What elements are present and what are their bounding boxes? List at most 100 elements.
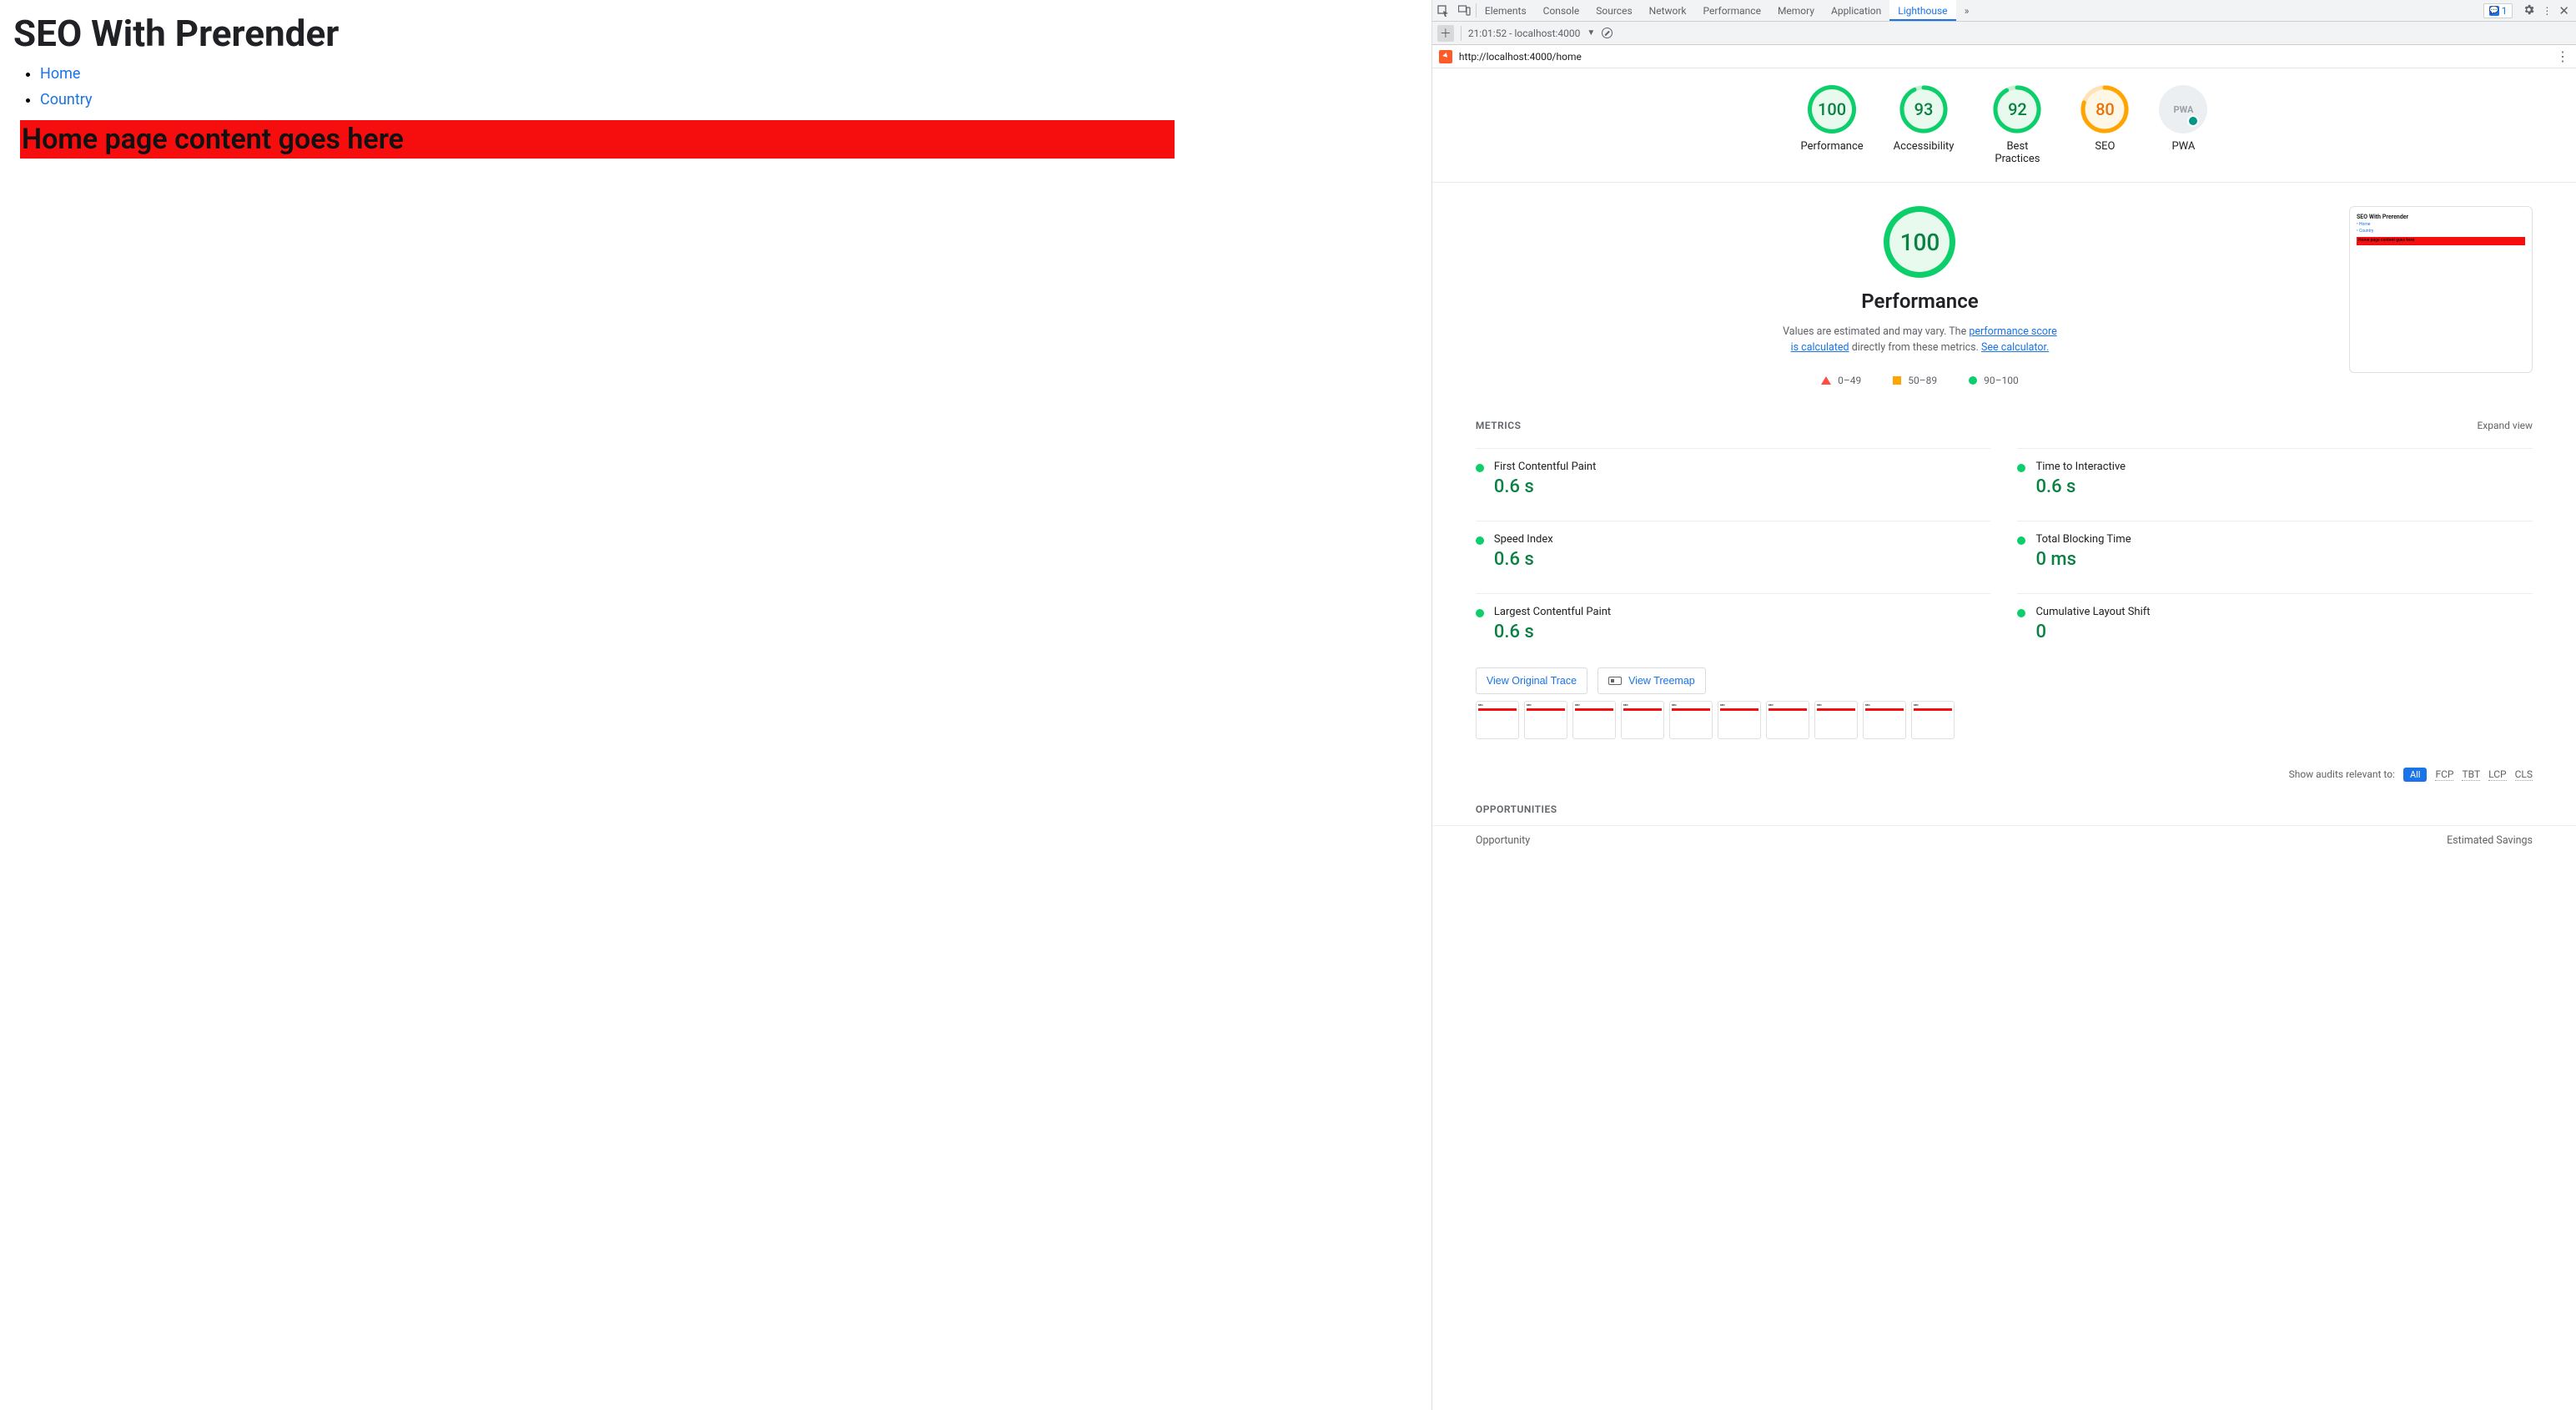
metric-value: 0.6 s <box>2035 476 2126 497</box>
devtools-tabs: Elements Console Sources Network Perform… <box>1477 0 2478 21</box>
filter-lcp[interactable]: LCP <box>2488 768 2506 781</box>
filmstrip-frame[interactable]: SEO <box>1863 701 1906 739</box>
issues-count: 1 <box>2502 5 2508 17</box>
filmstrip-frame[interactable]: SEO <box>1669 701 1713 739</box>
content-banner: Home page content goes here <box>20 120 1175 159</box>
tab-lighthouse[interactable]: Lighthouse <box>1889 0 1955 21</box>
metric-status-icon <box>2017 536 2025 545</box>
metric-value: 0 ms <box>2035 549 2131 570</box>
nav-item-home: Home <box>40 65 1420 83</box>
metric-status-icon <box>2017 464 2025 472</box>
filmstrip-frame[interactable]: SEO <box>1911 701 1955 739</box>
nav-link-home[interactable]: Home <box>40 65 80 83</box>
view-treemap-button[interactable]: View Treemap <box>1597 667 1706 694</box>
content-heading: Home page content goes here <box>22 123 1173 156</box>
report-url-bar: http://localhost:4000/home ⋮ <box>1432 45 2576 68</box>
filters-label: Show audits relevant to: <box>2289 768 2395 780</box>
mini-title: SEO With Prerender <box>2357 214 2525 220</box>
filmstrip-frame[interactable]: SEO <box>1476 701 1519 739</box>
tab-network[interactable]: Network <box>1641 0 1695 21</box>
legend-high-icon <box>1969 376 1977 385</box>
perf-calculator-link[interactable]: See calculator. <box>1981 341 2049 354</box>
metric-tti[interactable]: Time to Interactive 0.6 s <box>2017 448 2533 497</box>
lighthouse-toolbar: ＋ 21:01:52 - localhost:4000 ▼ <box>1432 22 2576 45</box>
nav-link-country[interactable]: Country <box>40 91 93 108</box>
metric-cls[interactable]: Cumulative Layout Shift 0 <box>2017 593 2533 642</box>
gauge-best-practices[interactable]: 92 Best Practices <box>1984 85 2050 165</box>
performance-big-score: 100 <box>1884 206 1955 278</box>
gauge-pwa[interactable]: PWA PWA <box>2159 85 2207 165</box>
score-legend: 0–49 50–89 90–100 <box>1821 375 2019 386</box>
metric-value: 0.6 s <box>1494 549 1553 570</box>
lighthouse-report[interactable]: 100 Performance 93 Accessibility 92 Best… <box>1432 68 2576 1410</box>
clear-icon[interactable] <box>1602 28 1613 38</box>
metric-fcp[interactable]: First Contentful Paint0.6 s <box>1476 448 1991 497</box>
gauge-accessibility[interactable]: 93 Accessibility <box>1894 85 1955 165</box>
metric-name: Largest Contentful Paint <box>1494 606 1611 618</box>
audit-filters: Show audits relevant to: All FCP TBT LCP… <box>1432 739 2576 782</box>
filter-cls[interactable]: CLS <box>2515 768 2533 781</box>
tab-elements[interactable]: Elements <box>1477 0 1535 21</box>
metric-value: 0 <box>2035 622 2150 642</box>
gauge-best-practices-label: Best Practices <box>1984 140 2050 165</box>
opportunities-col-savings: Estimated Savings <box>2447 834 2533 847</box>
report-timestamp[interactable]: 21:01:52 - localhost:4000 <box>1468 28 1581 39</box>
gauge-accessibility-label: Accessibility <box>1894 140 1955 153</box>
opportunities-columns: Opportunity Estimated Savings <box>1432 825 2576 847</box>
filmstrip-frame[interactable]: SEO <box>1718 701 1761 739</box>
device-toggle-icon[interactable] <box>1454 0 1476 21</box>
report-url: http://localhost:4000/home <box>1459 51 1582 63</box>
mini-bar: Home page content goes here <box>2357 237 2525 245</box>
gauge-seo-label: SEO <box>2095 140 2115 153</box>
expand-view-button[interactable]: Expand view <box>2477 420 2533 431</box>
filter-fcp[interactable]: FCP <box>2435 768 2453 781</box>
more-tabs-icon[interactable]: » <box>1956 0 1978 21</box>
opportunities-header: OPPORTUNITIES <box>1432 782 2576 822</box>
tab-application[interactable]: Application <box>1823 0 1889 21</box>
metric-name: Cumulative Layout Shift <box>2035 606 2150 618</box>
tab-performance[interactable]: Performance <box>1695 0 1769 21</box>
lighthouse-badge-icon <box>1439 50 1452 63</box>
tab-sources[interactable]: Sources <box>1587 0 1640 21</box>
gauge-pwa-label: PWA <box>2171 140 2195 153</box>
issues-chip[interactable]: 💬 1 <box>2483 3 2513 18</box>
report-dropdown-icon[interactable]: ▼ <box>1587 28 1595 38</box>
metric-status-icon <box>1476 464 1484 472</box>
filmstrip-frame[interactable]: SEO <box>1572 701 1616 739</box>
gauge-performance-label: Performance <box>1800 140 1863 153</box>
perf-desc-text-2: directly from these metrics. <box>1849 341 1981 354</box>
trace-buttons: View Original Trace View Treemap <box>1432 642 2576 694</box>
inspect-element-icon[interactable] <box>1432 0 1454 21</box>
treemap-icon <box>1608 677 1622 685</box>
metric-status-icon <box>1476 536 1484 545</box>
settings-icon[interactable] <box>2523 3 2535 18</box>
tab-console[interactable]: Console <box>1535 0 1588 21</box>
filmstrip-frame[interactable]: SEO <box>1524 701 1567 739</box>
view-trace-button[interactable]: View Original Trace <box>1476 667 1587 694</box>
metric-tbt[interactable]: Total Blocking Time0 ms <box>2017 521 2533 570</box>
metrics-header: METRICS Expand view <box>1432 386 2576 441</box>
metric-value: 0.6 s <box>1494 622 1611 642</box>
metric-name: Time to Interactive <box>2035 461 2126 473</box>
devtools-panel: Elements Console Sources Network Perform… <box>1432 0 2576 1410</box>
metric-si[interactable]: Speed Index0.6 s <box>1476 521 1991 570</box>
new-report-button[interactable]: ＋ <box>1437 25 1454 42</box>
filmstrip-frame[interactable]: SEO <box>1766 701 1809 739</box>
kebab-icon[interactable]: ⋮ <box>2542 5 2552 17</box>
metrics-title: METRICS <box>1476 420 1522 431</box>
legend-mid-icon <box>1893 376 1901 385</box>
close-devtools-icon[interactable]: ✕ <box>2558 3 2569 18</box>
filter-all[interactable]: All <box>2403 768 2428 782</box>
tab-memory[interactable]: Memory <box>1769 0 1823 21</box>
gauge-performance[interactable]: 100 Performance <box>1800 85 1863 165</box>
metric-value: 0.6 s <box>1494 476 1596 497</box>
gauge-seo[interactable]: 80 SEO <box>2080 85 2129 165</box>
opportunities-title: OPPORTUNITIES <box>1476 803 1557 815</box>
filmstrip-frame[interactable]: SEO <box>1814 701 1858 739</box>
metric-lcp[interactable]: Largest Contentful Paint 0.6 s <box>1476 593 1991 642</box>
report-menu-icon[interactable]: ⋮ <box>2556 48 2569 64</box>
filter-tbt[interactable]: TBT <box>2462 768 2480 781</box>
nav-item-country: Country <box>40 91 1420 108</box>
filmstrip-frame[interactable]: SEO <box>1621 701 1664 739</box>
metrics-grid: First Contentful Paint0.6 s Time to Inte… <box>1432 441 2576 642</box>
